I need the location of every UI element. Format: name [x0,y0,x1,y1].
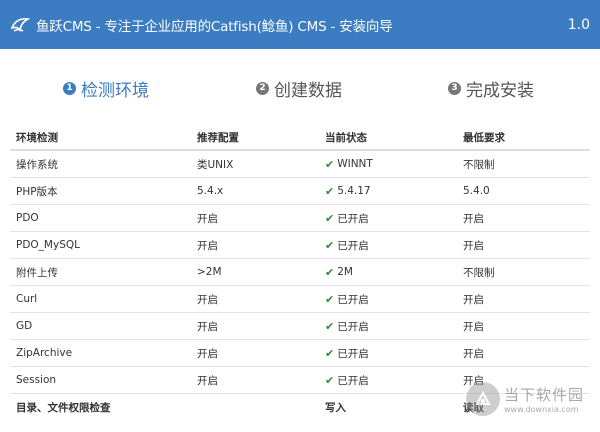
check-icon: ✔ [325,184,335,198]
table-row: 操作系统 类UNIX ✔ WINNT 不限制 [10,151,590,178]
column-header: 环境检测 [16,131,58,144]
minimum-value: 不限制 [463,158,495,171]
table-row: GD 开启 ✔ 已开启 开启 [10,313,590,340]
watermark-logo-icon [466,382,500,416]
current-status: ✔ 已开启 [325,346,369,360]
install-steps: 1 检测环境 2 创建数据 3 完成安装 [0,76,600,101]
current-status: ✔ 已开启 [325,238,369,252]
recommended-value: 开启 [197,374,218,387]
check-item-name: 操作系统 [16,158,58,171]
current-status: ✔ 2M [325,265,353,279]
step-label: 检测环境 [81,80,149,101]
table-header-row: 环境检测 推荐配置 当前状态 最低要求 [10,125,590,151]
table-row: PDO 开启 ✔ 已开启 开启 [10,205,590,232]
step-label: 创建数据 [274,80,342,101]
step-check-environment: 1 检测环境 [63,76,149,101]
current-status: ✔ 已开启 [325,211,369,225]
table-row: 附件上传 >2M ✔ 2M 不限制 [10,259,590,286]
check-icon: ✔ [325,238,335,252]
recommended-value: 5.4.x [197,185,224,197]
step-create-data: 2 创建数据 [256,76,342,101]
minimum-value: 开启 [463,320,484,333]
table-row: PDO_MySQL 开启 ✔ 已开启 开启 [10,232,590,259]
app-header: 鱼跃CMS - 专注于企业应用的Catfish(鲶鱼) CMS - 安装向导 1… [0,0,600,49]
recommended-value: >2M [197,266,222,278]
table-row: PHP版本 5.4.x ✔ 5.4.17 5.4.0 [10,178,590,205]
minimum-value: 开启 [463,293,484,306]
column-header: 最低要求 [463,131,505,144]
fish-logo-icon [10,15,30,35]
table-row: ZipArchive 开启 ✔ 已开启 开启 [10,340,590,367]
version-label: 1.0 [567,16,590,33]
table-row: Curl 开启 ✔ 已开启 开启 [10,286,590,313]
environment-check-table: 环境检测 推荐配置 当前状态 最低要求 操作系统 类UNIX ✔ WINNT 不限… [10,125,590,421]
watermark-url: www.downxia.com [504,405,579,414]
step-number: 3 [448,81,461,95]
step-label: 完成安装 [466,80,534,101]
check-item-name: Curl [16,293,38,305]
recommended-value: 类UNIX [197,158,234,171]
recommended-value: 开启 [197,293,218,306]
check-icon: ✔ [325,319,335,333]
check-icon: ✔ [325,292,335,306]
step-finish-install: 3 完成安装 [448,76,534,101]
check-item-name: PHP版本 [16,185,58,198]
check-icon: ✔ [325,265,335,279]
recommended-value: 开启 [197,239,218,252]
check-icon: ✔ [325,373,335,387]
step-number: 2 [256,81,269,95]
recommended-value: 开启 [197,347,218,360]
column-header: 推荐配置 [197,131,239,144]
check-icon: ✔ [325,211,335,225]
minimum-value: 开启 [463,212,484,225]
check-item-name: GD [16,320,33,332]
check-item-name: PDO_MySQL [16,239,80,251]
column-header: 目录、文件权限检查 [16,402,111,414]
current-status: ✔ 已开启 [325,292,369,306]
minimum-value: 不限制 [463,266,495,279]
minimum-value: 开启 [463,239,484,252]
minimum-value: 开启 [463,347,484,360]
minimum-value: 5.4.0 [463,185,490,197]
column-header: 写入 [325,402,346,414]
current-status: ✔ 已开启 [325,373,369,387]
page-title: 鱼跃CMS - 专注于企业应用的Catfish(鲶鱼) CMS - 安装向导 [36,18,393,35]
check-item-name: 附件上传 [16,266,58,279]
check-item-name: Session [16,374,57,386]
watermark: 当下软件园 www.downxia.com [466,378,596,420]
current-status: ✔ WINNT [325,157,373,171]
check-icon: ✔ [325,157,335,171]
check-item-name: ZipArchive [16,347,73,359]
current-status: ✔ 5.4.17 [325,184,371,198]
check-icon: ✔ [325,346,335,360]
recommended-value: 开启 [197,212,218,225]
current-status: ✔ 已开启 [325,319,369,333]
watermark-text: 当下软件园 [504,386,585,404]
column-header: 当前状态 [325,131,367,144]
step-number: 1 [63,81,76,95]
check-item-name: PDO [16,212,39,224]
recommended-value: 开启 [197,320,218,333]
